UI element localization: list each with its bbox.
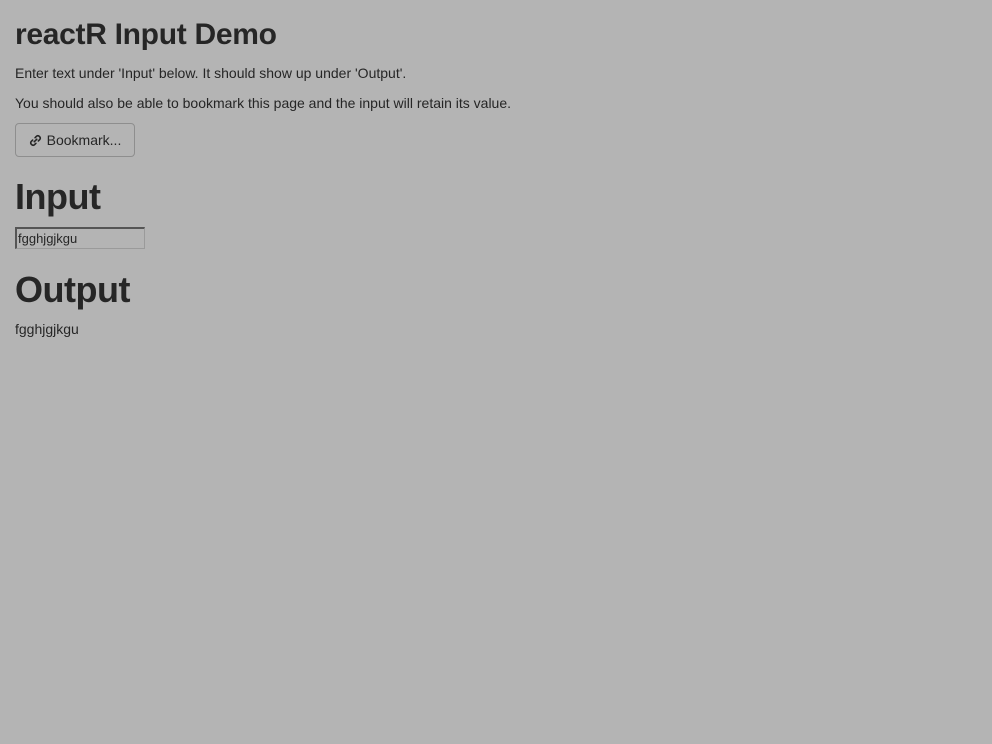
bookmark-button-label: Bookmark...: [46, 132, 122, 148]
bookmark-button[interactable]: Bookmark...: [15, 123, 135, 157]
output-heading: Output: [15, 269, 130, 310]
output-value: fgghjgjkgu: [15, 321, 79, 337]
bookmark-hint-text: You should also be able to bookmark this…: [15, 95, 512, 111]
page: reactR Input Demo Enter text under 'Inpu…: [0, 0, 992, 744]
page-title: reactR Input Demo: [15, 18, 277, 51]
text-input[interactable]: [15, 227, 145, 249]
input-heading: Input: [15, 176, 101, 217]
instruction-text: Enter text under 'Input' below. It shoul…: [15, 65, 407, 81]
link-icon: [29, 133, 43, 147]
